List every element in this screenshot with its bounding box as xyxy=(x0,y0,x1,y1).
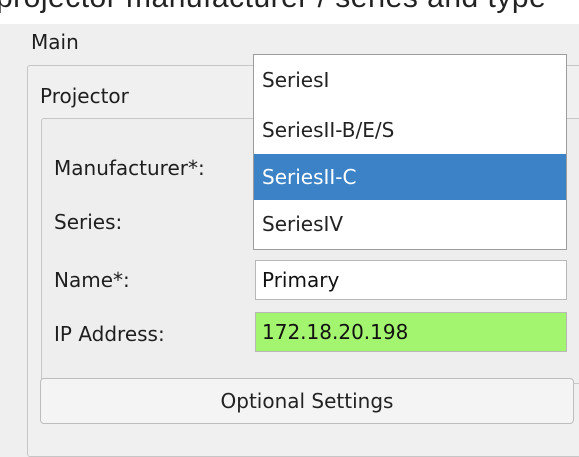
manufacturer-label: Manufacturer*: xyxy=(54,156,205,180)
series-option-seriesii-bes[interactable]: SeriesII-B/E/S xyxy=(254,107,566,153)
ip-address-input[interactable]: 172.18.20.198 xyxy=(255,312,567,352)
series-option-seriesiv[interactable]: SeriesIV xyxy=(254,201,566,247)
window-header-strip: projector manufacturer / series and type xyxy=(0,0,579,24)
ip-address-label: IP Address: xyxy=(54,322,165,346)
name-input[interactable]: Primary xyxy=(255,260,567,300)
optional-settings-button[interactable]: Optional Settings xyxy=(40,378,574,424)
projector-group-label: Projector xyxy=(40,84,129,108)
series-option-seriesii-c[interactable]: SeriesII-C xyxy=(254,154,566,200)
series-label: Series: xyxy=(54,210,123,234)
series-dropdown-list[interactable]: SeriesI SeriesII-B/E/S SeriesII-C Series… xyxy=(253,54,567,250)
main-group-label: Main xyxy=(31,30,79,54)
series-option-seriesi[interactable]: SeriesI xyxy=(254,57,566,103)
header-text: projector manufacturer / series and type xyxy=(0,0,546,15)
name-label: Name*: xyxy=(54,268,130,292)
